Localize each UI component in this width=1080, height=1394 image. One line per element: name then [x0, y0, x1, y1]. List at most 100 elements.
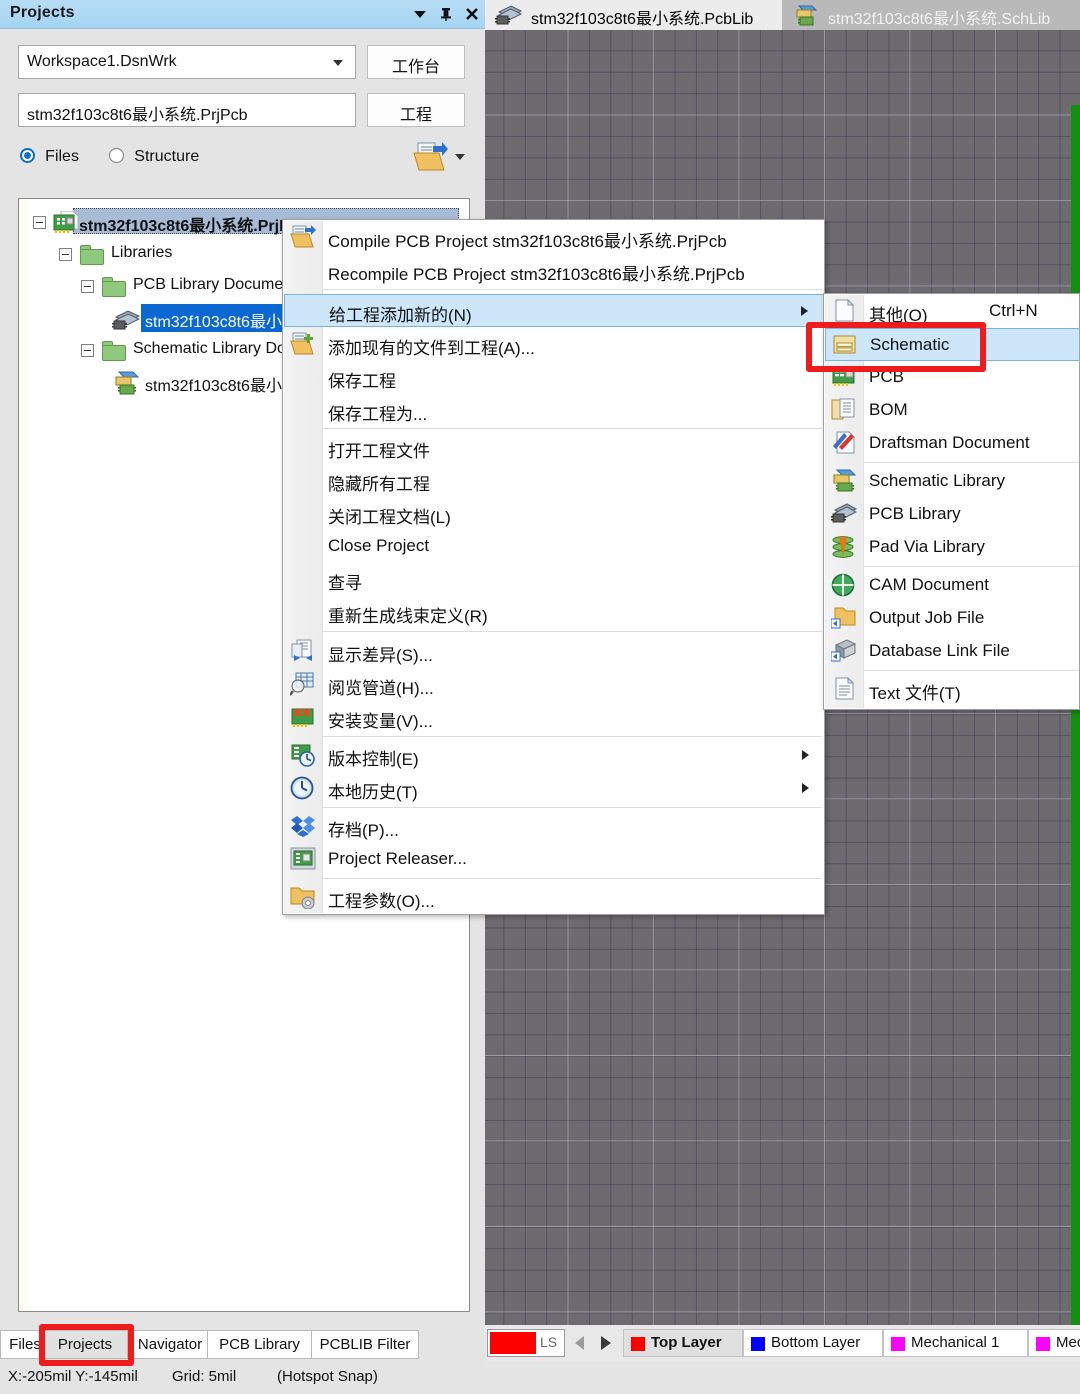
layer-color-swatch [751, 1337, 765, 1351]
radio-dot-icon [20, 148, 35, 163]
menu-item-label: 添加现有的文件到工程(A)... [328, 339, 535, 358]
menu-item-label: 给工程添加新的(N) [329, 306, 472, 325]
close-icon[interactable] [460, 2, 484, 26]
tree-expander[interactable] [59, 248, 72, 261]
menu-item-project-releaser[interactable]: Project Releaser... [284, 843, 825, 876]
menu-item-label: 工程参数(O)... [328, 892, 435, 911]
open-document-button[interactable] [412, 140, 450, 174]
menu-item-regenerate-harness[interactable]: 重新生成线束定义(R) [284, 596, 825, 629]
radio-structure[interactable]: Structure [109, 148, 199, 166]
menu-item-variants[interactable]: 安装变量(V)... [284, 701, 825, 734]
tree-item-label: PCB Library Documen [133, 276, 293, 293]
submenu-item-label: 其他(O) [869, 306, 928, 325]
menu-item-label: 存档(P)... [328, 821, 399, 840]
submenu-item-schematic[interactable]: Schematic [825, 328, 1080, 361]
workspace-button[interactable]: 工作台 [367, 45, 465, 79]
chevron-down-icon[interactable] [325, 46, 351, 78]
layer-name: Mechanical 1 [911, 1334, 1000, 1351]
draftsman-icon [833, 431, 855, 454]
menu-item-recompile-pcb-project[interactable]: Recompile PCB Project stm32f103c8t6最小系统.… [284, 254, 825, 287]
submenu-item-bom[interactable]: BOM [825, 394, 1080, 427]
layer-chip-mechanical-next[interactable]: Mechan [1028, 1329, 1080, 1357]
layer-chip-bottom[interactable]: Bottom Layer [743, 1329, 883, 1357]
menu-item-search[interactable]: 查寻 [284, 563, 825, 596]
menu-separator [322, 631, 822, 632]
menu-item-save-project[interactable]: 保存工程 [284, 361, 825, 394]
menu-separator [322, 428, 822, 429]
status-coordinates: X:-205mil Y:-145mil [8, 1368, 138, 1385]
layer-chip-top[interactable]: Top Layer [623, 1329, 743, 1357]
menu-item-browse-channels[interactable]: 阅览管道(H)... [284, 668, 825, 701]
panel-tab-pcblib-filter[interactable]: PCBLIB Filter [311, 1330, 419, 1359]
submenu-arrow-icon [802, 750, 809, 760]
menu-item-label: Compile PCB Project stm32f103c8t6最小系统.Pr… [328, 232, 727, 251]
panel-tab-navigator[interactable]: Navigator [128, 1330, 212, 1359]
compile-icon [290, 225, 316, 248]
submenu-item-pcb-library[interactable]: PCB Library [825, 498, 1080, 531]
layer-color-swatch-box[interactable]: LS [487, 1329, 565, 1357]
menu-item-open-project-file[interactable]: 打开工程文件 [284, 431, 825, 464]
submenu-item-output-job-file[interactable]: Output Job File [825, 602, 1080, 635]
menu-item-add-existing-file[interactable]: 添加现有的文件到工程(A)... [284, 328, 825, 361]
tree-expander[interactable] [81, 280, 94, 293]
radio-files[interactable]: Files [20, 148, 79, 166]
blank-doc-icon [835, 299, 855, 322]
menu-item-version-control[interactable]: 版本控制(E) [284, 739, 825, 772]
chevron-down-icon[interactable] [408, 2, 432, 26]
submenu-arrow-icon [801, 306, 808, 316]
status-snap: (Hotspot Snap) [277, 1368, 378, 1385]
submenu-item-cam-document[interactable]: CAM Document [825, 569, 1080, 602]
submenu-item-other[interactable]: 其他(O) Ctrl+N [825, 295, 1080, 328]
layer-color-swatch [1036, 1337, 1050, 1351]
menu-item-show-differences[interactable]: 显示差异(S)... [284, 635, 825, 668]
submenu-item-schematic-library[interactable]: Schematic Library [825, 465, 1080, 498]
layer-name: Top Layer [651, 1334, 722, 1351]
menu-item-add-new-to-project[interactable]: 给工程添加新的(N) [284, 294, 825, 327]
folder-icon [79, 244, 105, 266]
submenu-item-pcb[interactable]: PCB [825, 361, 1080, 394]
open-document-dropdown[interactable] [452, 140, 468, 174]
menu-item-label: 保存工程 [328, 372, 396, 391]
browse-icon [290, 672, 314, 696]
menu-item-label: 重新生成线束定义(R) [328, 607, 488, 626]
submenu-separator [863, 566, 1079, 567]
menu-item-label: 版本控制(E) [328, 750, 419, 769]
menu-item-save-project-as[interactable]: 保存工程为... [284, 394, 825, 427]
submenu-item-draftsman-document[interactable]: Draftsman Document [825, 427, 1080, 460]
local-history-icon [290, 776, 314, 800]
layer-next-button[interactable] [595, 1333, 615, 1353]
layer-prev-button[interactable] [571, 1333, 591, 1353]
submenu-item-pad-via-library[interactable]: Pad Via Library [825, 531, 1080, 564]
pin-icon[interactable] [434, 2, 458, 26]
workspace-combo[interactable]: Workspace1.DsnWrk [18, 45, 356, 79]
menu-item-compile-pcb-project[interactable]: Compile PCB Project stm32f103c8t6最小系统.Pr… [284, 221, 825, 254]
menu-item-label: 保存工程为... [328, 405, 428, 424]
project-context-menu[interactable]: Compile PCB Project stm32f103c8t6最小系统.Pr… [282, 219, 825, 915]
menu-item-label: 关闭工程文档(L) [328, 508, 451, 527]
pcb-icon [832, 367, 855, 386]
document-tab-pcblib[interactable]: stm32f103c8t6最小系统.PcbLib [485, 0, 782, 30]
panel-tab-pcb-library[interactable]: PCB Library [207, 1330, 312, 1359]
workspace-button-label: 工作台 [391, 59, 440, 76]
layer-chip-mechanical-1[interactable]: Mechanical 1 [883, 1329, 1028, 1357]
project-button[interactable]: 工程 [367, 93, 465, 127]
menu-item-close-project[interactable]: Close Project [284, 530, 825, 563]
menu-item-project-options[interactable]: 工程参数(O)... [284, 881, 825, 914]
project-combo[interactable]: stm32f103c8t6最小系统.PrjPcb [18, 93, 356, 127]
panel-tab-projects[interactable]: Projects [42, 1330, 128, 1359]
menu-item-archive[interactable]: 存档(P)... [284, 810, 825, 843]
submenu-item-label: BOM [869, 400, 908, 419]
add-new-to-project-submenu[interactable]: 其他(O) Ctrl+N Schematic PCB BOM Draftsman… [823, 293, 1080, 710]
tree-expander[interactable] [81, 344, 94, 357]
tree-expander[interactable] [33, 216, 46, 229]
submenu-item-database-link-file[interactable]: Database Link File [825, 635, 1080, 668]
document-tab-schlib[interactable]: stm32f103c8t6最小系统.SchLib [782, 0, 1080, 30]
menu-item-hide-all-projects[interactable]: 隐藏所有工程 [284, 464, 825, 497]
submenu-item-text-file[interactable]: Text 文件(T) [825, 673, 1080, 706]
dblink-icon [831, 639, 857, 662]
menu-separator [322, 289, 822, 290]
menu-item-local-history[interactable]: 本地历史(T) [284, 772, 825, 805]
menu-item-close-project-documents[interactable]: 关闭工程文档(L) [284, 497, 825, 530]
menu-separator [322, 878, 822, 879]
submenu-item-label: Output Job File [869, 608, 985, 627]
